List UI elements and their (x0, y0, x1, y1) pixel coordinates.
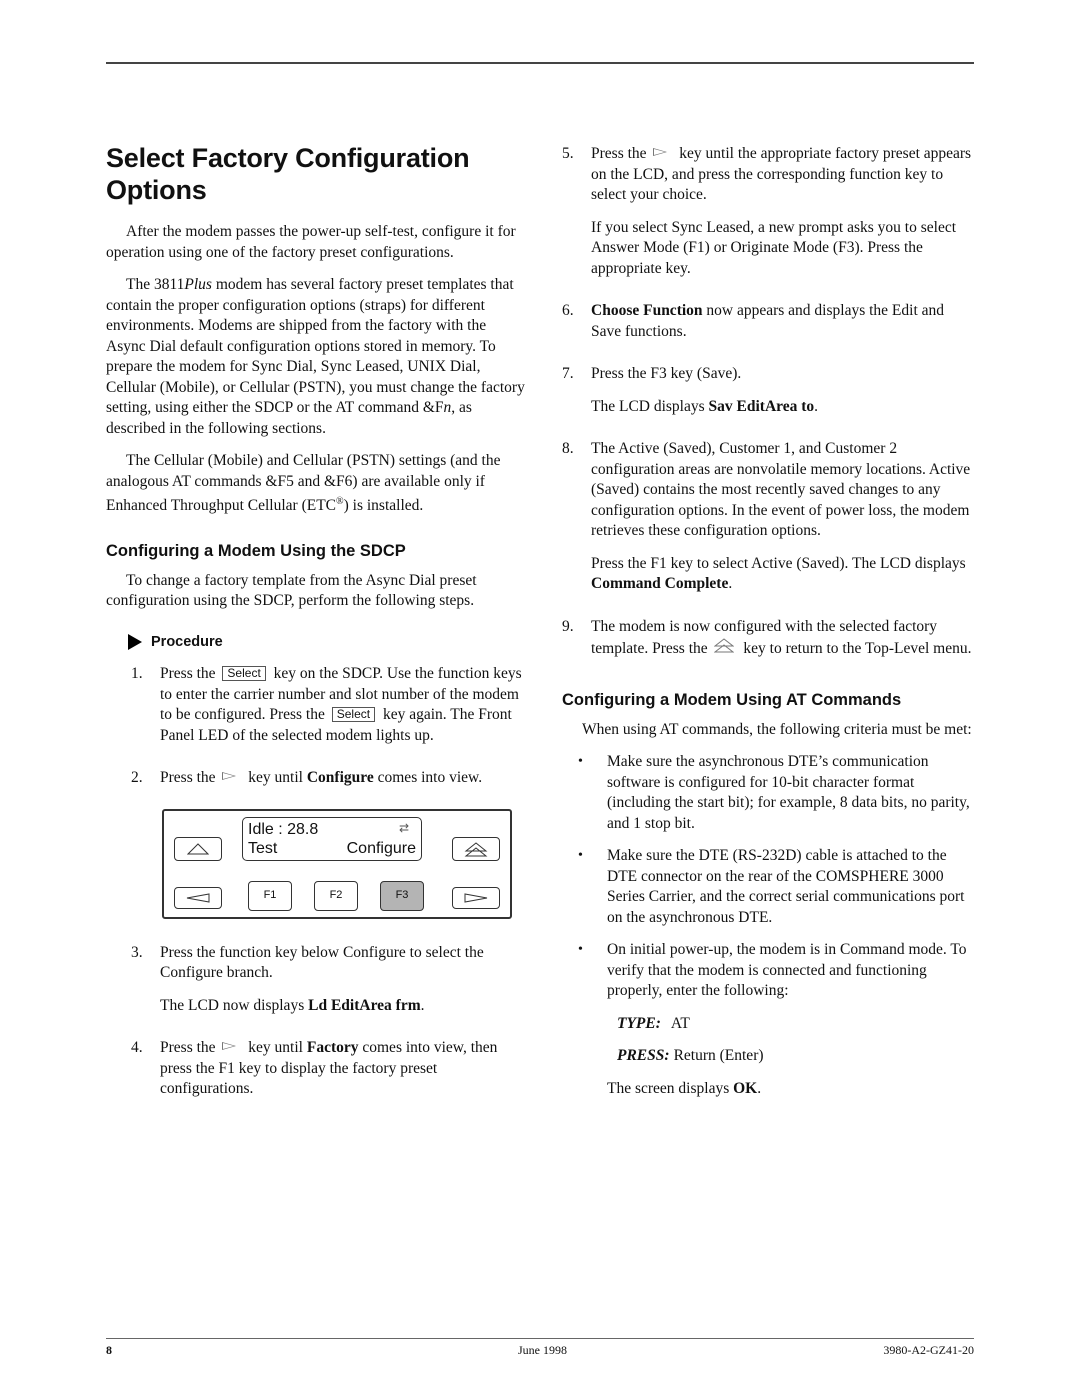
sdcp-heading: Configuring a Modem Using the SDCP (106, 541, 406, 560)
templates-paragraph: The 3811Plus modem has several factory p… (106, 276, 525, 437)
bullet-icon: • (578, 848, 583, 863)
right-arrow-icon (464, 893, 488, 903)
right-arrow-key (452, 886, 500, 909)
step-3: 3. Press the function key below Configur… (131, 943, 484, 1014)
bullet-icon: • (578, 754, 583, 769)
f2-key: F2 (314, 880, 358, 911)
footer-rule (106, 1338, 974, 1339)
press-command: PRESS: Return (Enter) (617, 1047, 764, 1064)
sdcp-intro: To change a factory template from the As… (106, 571, 477, 610)
result-text: The screen displays OK. (607, 1079, 762, 1097)
cellular-paragraph: The Cellular (Mobile) and Cellular (PSTN… (106, 452, 501, 515)
double-up-arrow-icon (464, 842, 488, 857)
list-item: • Make sure the DTE (RS-232D) cable is at… (578, 846, 974, 928)
page-number: 8 (106, 1343, 112, 1357)
document-id: 3980-A2-GZ41-20 (883, 1343, 974, 1357)
list-item: • On initial power-up, the modem is in C… (578, 940, 974, 1111)
type-command: TYPE: AT (617, 1014, 690, 1032)
step-9: 9. The modem is now configured with the … (562, 617, 972, 658)
right-column: 5. Press the key until the appropriate f… (562, 144, 974, 1123)
f3-key: F3 (380, 880, 424, 911)
bullet-icon: • (578, 942, 583, 957)
step-7: 7. Press the F3 key (Save). The LCD disp… (562, 365, 819, 415)
list-item: • Make sure the asynchronous DTE’s commun… (578, 752, 974, 834)
page-title: Select Factory Configuration Options (106, 143, 470, 205)
left-column: Select Factory Configuration Options Aft… (106, 142, 526, 1112)
step-8: 8. The Active (Saved), Customer 1, and C… (562, 440, 971, 592)
step-1: 1. Press the Select key on the SDCP. Use… (131, 665, 522, 744)
procedure-triangle-icon (128, 633, 142, 650)
at-intro: When using AT commands, the following cr… (582, 720, 972, 738)
transfer-icon: ⇄ (398, 820, 409, 835)
at-commands-heading: Configuring a Modem Using AT Commands (562, 690, 902, 709)
right-arrow-key-icon (222, 772, 237, 781)
step-4: 4. Press the key until Factory comes int… (131, 1039, 498, 1098)
select-key-icon: Select (331, 707, 376, 723)
left-arrow-icon (186, 893, 210, 903)
step-2: 2. Press the key until Configure comes i… (131, 769, 483, 787)
criteria-list: • Make sure the asynchronous DTE’s commun… (562, 752, 974, 1111)
right-arrow-key-icon (222, 1042, 237, 1051)
right-arrow-key-icon (653, 148, 668, 156)
f1-key: F1 (248, 880, 292, 911)
procedure-label: Procedure (128, 632, 526, 653)
step-5: 5. Press the key until the appropriate f… (562, 145, 972, 277)
up-arrow-key (174, 836, 222, 861)
intro-paragraph: After the modem passes the power-up self… (106, 223, 516, 261)
header-rule (106, 62, 974, 64)
step-6: 6. Choose Function now appears and displ… (562, 302, 945, 340)
up-arrow-icon (187, 842, 209, 855)
sdcp-front-panel: Idle : 28.8 ⇄ Test Configure F1 F2 F3 (162, 808, 512, 919)
select-key-icon: Select (222, 666, 266, 682)
footer-date: June 1998 (518, 1343, 567, 1357)
lcd-display: Idle : 28.8 ⇄ Test Configure (242, 816, 422, 861)
top-level-key-icon (713, 638, 734, 653)
left-arrow-key (174, 886, 222, 909)
top-level-key (452, 836, 500, 861)
